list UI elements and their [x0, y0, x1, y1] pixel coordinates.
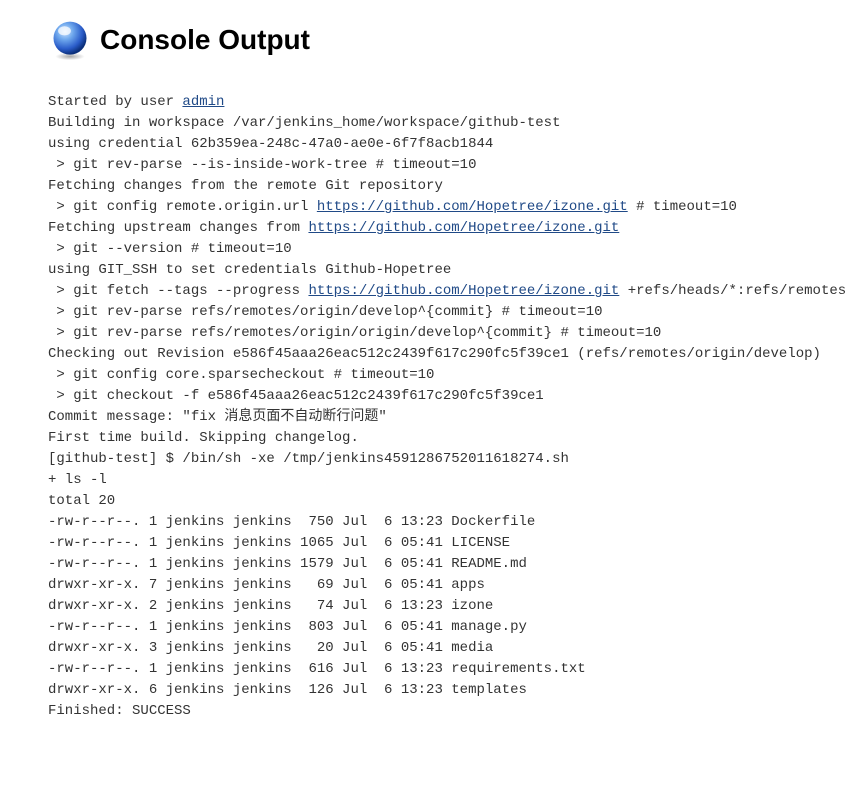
- console-line: Commit message: "fix 消息页面不自动断行问题": [48, 407, 847, 428]
- console-text: -rw-r--r--. 1 jenkins jenkins 750 Jul 6 …: [48, 514, 535, 530]
- console-line: > git fetch --tags --progress https://gi…: [48, 281, 847, 302]
- console-line: > git rev-parse refs/remotes/origin/deve…: [48, 302, 847, 323]
- console-line: -rw-r--r--. 1 jenkins jenkins 803 Jul 6 …: [48, 617, 847, 638]
- console-link[interactable]: https://github.com/Hopetree/izone.git: [317, 199, 628, 215]
- console-text: > git fetch --tags --progress: [48, 283, 308, 299]
- console-text: > git config remote.origin.url: [48, 199, 317, 215]
- console-line: Started by user admin: [48, 92, 847, 113]
- console-link[interactable]: admin: [182, 94, 224, 110]
- console-text: Started by user: [48, 94, 182, 110]
- console-text: using credential 62b359ea-248c-47a0-ae0e…: [48, 136, 493, 152]
- console-link[interactable]: https://github.com/Hopetree/izone.git: [308, 220, 619, 236]
- console-text: Fetching upstream changes from: [48, 220, 308, 236]
- console-line: drwxr-xr-x. 2 jenkins jenkins 74 Jul 6 1…: [48, 596, 847, 617]
- console-line: drwxr-xr-x. 7 jenkins jenkins 69 Jul 6 0…: [48, 575, 847, 596]
- console-text: using GIT_SSH to set credentials Github-…: [48, 262, 451, 278]
- console-line: drwxr-xr-x. 3 jenkins jenkins 20 Jul 6 0…: [48, 638, 847, 659]
- console-text: total 20: [48, 493, 115, 509]
- console-text: Building in workspace /var/jenkins_home/…: [48, 115, 560, 131]
- console-text: > git rev-parse refs/remotes/origin/deve…: [48, 304, 603, 320]
- console-text: # timeout=10: [628, 199, 737, 215]
- console-line: using credential 62b359ea-248c-47a0-ae0e…: [48, 134, 847, 155]
- console-line: First time build. Skipping changelog.: [48, 428, 847, 449]
- console-line: -rw-r--r--. 1 jenkins jenkins 1065 Jul 6…: [48, 533, 847, 554]
- console-text: > git rev-parse refs/remotes/origin/orig…: [48, 325, 661, 341]
- console-line: > git --version # timeout=10: [48, 239, 847, 260]
- console-text: > git checkout -f e586f45aaa26eac512c243…: [48, 388, 544, 404]
- console-text: drwxr-xr-x. 2 jenkins jenkins 74 Jul 6 1…: [48, 598, 493, 614]
- console-line: > git rev-parse --is-inside-work-tree # …: [48, 155, 847, 176]
- console-line: > git config core.sparsecheckout # timeo…: [48, 365, 847, 386]
- console-line: > git rev-parse refs/remotes/origin/orig…: [48, 323, 847, 344]
- console-text: First time build. Skipping changelog.: [48, 430, 359, 446]
- page-header: Console Output: [0, 0, 847, 62]
- console-line: -rw-r--r--. 1 jenkins jenkins 1579 Jul 6…: [48, 554, 847, 575]
- console-line: Fetching changes from the remote Git rep…: [48, 176, 847, 197]
- console-line: + ls -l: [48, 470, 847, 491]
- console-text: + ls -l: [48, 472, 107, 488]
- page-title: Console Output: [100, 24, 310, 56]
- console-text: [github-test] $ /bin/sh -xe /tmp/jenkins…: [48, 451, 569, 467]
- console-line: -rw-r--r--. 1 jenkins jenkins 616 Jul 6 …: [48, 659, 847, 680]
- console-text: +refs/heads/*:refs/remotes/ori: [619, 283, 847, 299]
- console-line: Checking out Revision e586f45aaa26eac512…: [48, 344, 847, 365]
- console-text: -rw-r--r--. 1 jenkins jenkins 1579 Jul 6…: [48, 556, 527, 572]
- console-text: drwxr-xr-x. 3 jenkins jenkins 20 Jul 6 0…: [48, 640, 493, 656]
- console-text: > git --version # timeout=10: [48, 241, 292, 257]
- console-text: drwxr-xr-x. 7 jenkins jenkins 69 Jul 6 0…: [48, 577, 485, 593]
- console-line: > git checkout -f e586f45aaa26eac512c243…: [48, 386, 847, 407]
- console-text: Commit message: "fix 消息页面不自动断行问题": [48, 409, 387, 425]
- console-line: -rw-r--r--. 1 jenkins jenkins 750 Jul 6 …: [48, 512, 847, 533]
- console-line: Building in workspace /var/jenkins_home/…: [48, 113, 847, 134]
- console-text: drwxr-xr-x. 6 jenkins jenkins 126 Jul 6 …: [48, 682, 527, 698]
- console-line: using GIT_SSH to set credentials Github-…: [48, 260, 847, 281]
- console-line: total 20: [48, 491, 847, 512]
- console-text: > git rev-parse --is-inside-work-tree # …: [48, 157, 476, 173]
- console-line: Fetching upstream changes from https://g…: [48, 218, 847, 239]
- console-output: Started by user admin Building in workspa…: [0, 62, 847, 722]
- console-text: Checking out Revision e586f45aaa26eac512…: [48, 346, 821, 362]
- build-orb-icon: [48, 18, 92, 62]
- console-link[interactable]: https://github.com/Hopetree/izone.git: [308, 283, 619, 299]
- console-line: Finished: SUCCESS: [48, 701, 847, 722]
- console-text: Finished: SUCCESS: [48, 703, 191, 719]
- console-text: -rw-r--r--. 1 jenkins jenkins 616 Jul 6 …: [48, 661, 586, 677]
- console-text: -rw-r--r--. 1 jenkins jenkins 803 Jul 6 …: [48, 619, 527, 635]
- console-text: -rw-r--r--. 1 jenkins jenkins 1065 Jul 6…: [48, 535, 510, 551]
- console-text: > git config core.sparsecheckout # timeo…: [48, 367, 434, 383]
- console-line: drwxr-xr-x. 6 jenkins jenkins 126 Jul 6 …: [48, 680, 847, 701]
- console-text: Fetching changes from the remote Git rep…: [48, 178, 443, 194]
- console-line: [github-test] $ /bin/sh -xe /tmp/jenkins…: [48, 449, 847, 470]
- console-line: > git config remote.origin.url https://g…: [48, 197, 847, 218]
